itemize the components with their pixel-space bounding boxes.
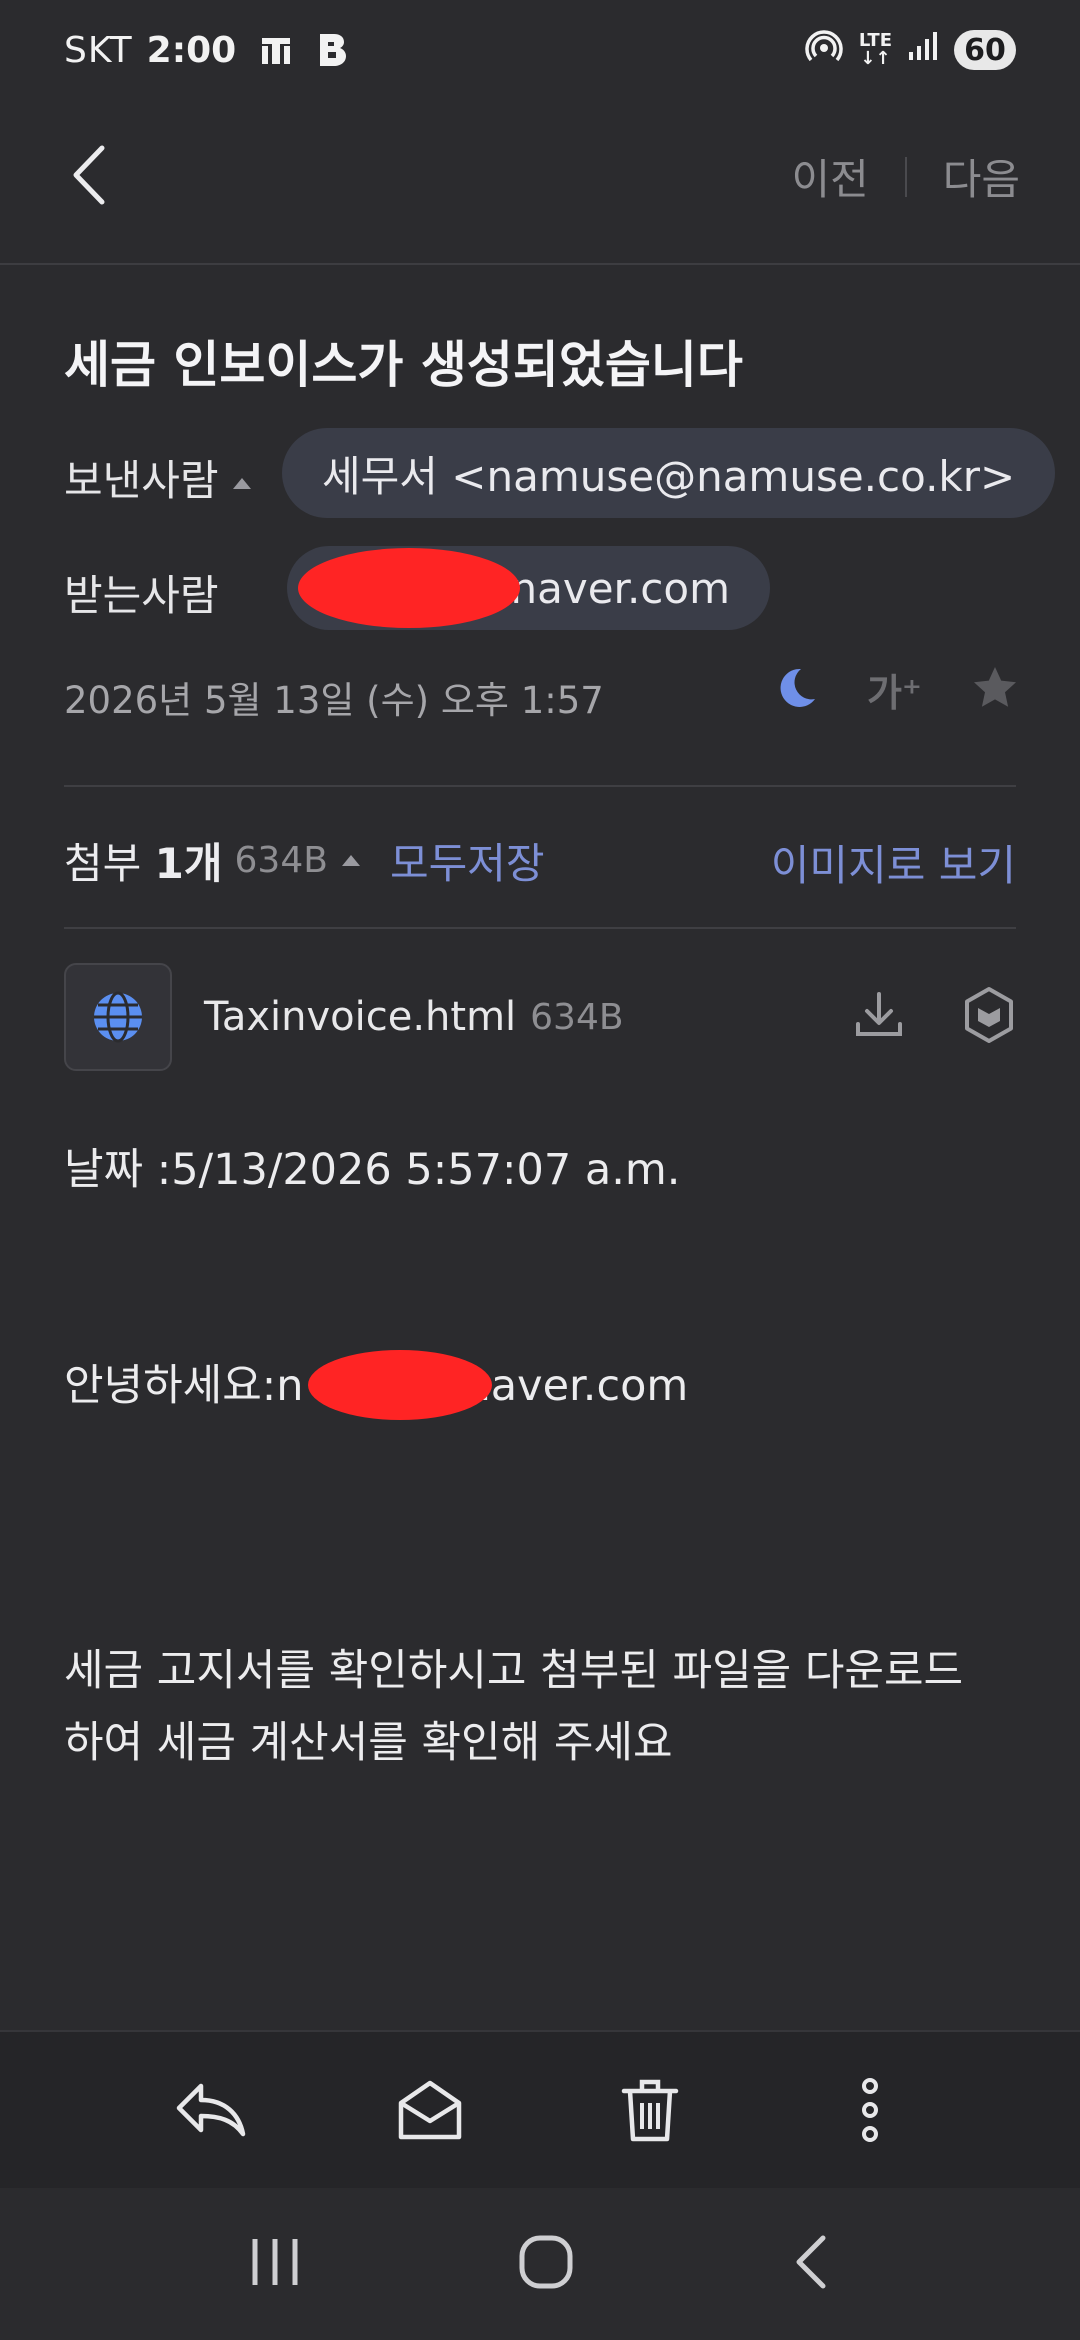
view-as-image-button[interactable]: 이미지로 보기 — [771, 832, 1016, 893]
prev-button[interactable]: 이전 — [791, 146, 868, 207]
save-all-button[interactable]: 모두저장 — [390, 830, 545, 891]
attachment-prefix: 첨부 — [64, 839, 155, 888]
body-date-line: 날짜 :5/13/2026 5:57:07 a.m. — [64, 1145, 681, 1195]
reply-button[interactable] — [170, 2070, 250, 2150]
chevron-left-icon — [73, 145, 105, 205]
carrier-label: SKT — [64, 29, 133, 71]
back-button[interactable] — [60, 140, 120, 210]
attachments-divider — [64, 927, 1016, 929]
greeting-suffix: naver.com — [463, 1361, 689, 1411]
attachments-collapse-icon[interactable] — [341, 855, 360, 866]
file-actions — [852, 986, 1016, 1048]
file-size: 634B — [530, 996, 624, 1038]
font-size-button[interactable]: 가⁺ — [867, 662, 922, 717]
prev-next-nav: 이전 다음 — [791, 146, 1020, 207]
clock: 2:00 — [146, 29, 237, 71]
file-thumbnail — [64, 963, 172, 1071]
trash-icon — [621, 2079, 679, 2142]
attachment-count: 1개 — [154, 839, 223, 888]
mark-unread-button[interactable] — [390, 2070, 470, 2150]
file-name: Taxinvoice.html — [204, 994, 517, 1040]
message-line-2: 하여 세금 계산서를 확인해 주세요 — [64, 1718, 673, 1768]
delete-button[interactable] — [610, 2070, 690, 2150]
attachment-item[interactable]: Taxinvoice.html 634B — [64, 963, 1016, 1071]
home-button[interactable] — [518, 2234, 574, 2294]
dark-mode-moon-icon[interactable] — [773, 665, 819, 715]
tmap-icon — [258, 32, 294, 68]
attachments-header: 첨부 1개 634B 모두저장 — [64, 830, 545, 891]
open-envelope-icon — [398, 2080, 462, 2140]
collapse-triangle-icon — [232, 478, 251, 489]
recent-apps-button[interactable] — [249, 2237, 301, 2291]
sender-label: 보낸사람 — [64, 456, 219, 505]
email-subject: 세금 인보이스가 생성되었습니다 — [64, 336, 743, 394]
star-icon[interactable] — [970, 663, 1020, 717]
date-row-actions: 가⁺ — [773, 662, 1020, 717]
redaction-mark — [298, 548, 520, 628]
email-date: 2026년 5월 13일 (수) 오후 1:57 — [64, 679, 604, 722]
body-message: 세금 고지서를 확인하시고 첨부된 파일을 다운로드 하여 세금 계산서를 확인… — [64, 1635, 963, 1779]
back-chevron-icon — [796, 2235, 826, 2289]
sender-chip[interactable]: 세무서 <namuse@namuse.co.kr> — [282, 428, 1056, 518]
redaction-mark-body — [308, 1350, 492, 1420]
attachment-count-label: 첨부 1개 — [64, 830, 223, 891]
attachment-total-size: 634B — [234, 840, 328, 881]
status-bar: SKT 2:00 LTE ↓↑ 60 — [0, 0, 1080, 100]
recent-apps-icon — [252, 2239, 298, 2285]
signal-icon — [908, 30, 938, 71]
more-vertical-icon — [862, 2078, 878, 2142]
system-back-button[interactable] — [791, 2234, 831, 2294]
sender-label-row[interactable]: 보낸사람 — [64, 447, 251, 508]
screen: SKT 2:00 LTE ↓↑ 60 이전 다음 세금 인보이스가 생성되었습니… — [0, 0, 1080, 2340]
app-b-icon — [316, 32, 348, 68]
bottom-action-bar — [0, 2030, 1080, 2188]
download-icon[interactable] — [852, 988, 906, 1046]
home-icon — [519, 2235, 573, 2289]
more-options-button[interactable] — [830, 2070, 910, 2150]
system-nav-bar — [0, 2188, 1080, 2340]
message-line-1: 세금 고지서를 확인하시고 첨부된 파일을 다운로드 — [64, 1646, 964, 1696]
nav-divider — [904, 156, 907, 197]
data-arrows-icon: ↓↑ — [860, 48, 891, 69]
status-right: LTE ↓↑ 60 — [805, 27, 1016, 74]
save-to-drive-cube-icon[interactable] — [962, 986, 1016, 1048]
globe-icon — [94, 991, 142, 1043]
next-button[interactable]: 다음 — [943, 146, 1020, 207]
recipient-label: 받는사람 — [64, 571, 219, 620]
reply-icon — [176, 2083, 246, 2137]
top-nav: 이전 다음 — [0, 100, 1080, 265]
battery-indicator: 60 — [954, 30, 1016, 70]
lte-indicator: LTE ↓↑ — [859, 32, 892, 68]
header-divider — [64, 785, 1016, 787]
greeting-prefix: 안녕하세요:n — [64, 1361, 304, 1411]
hotspot-icon — [805, 27, 843, 74]
